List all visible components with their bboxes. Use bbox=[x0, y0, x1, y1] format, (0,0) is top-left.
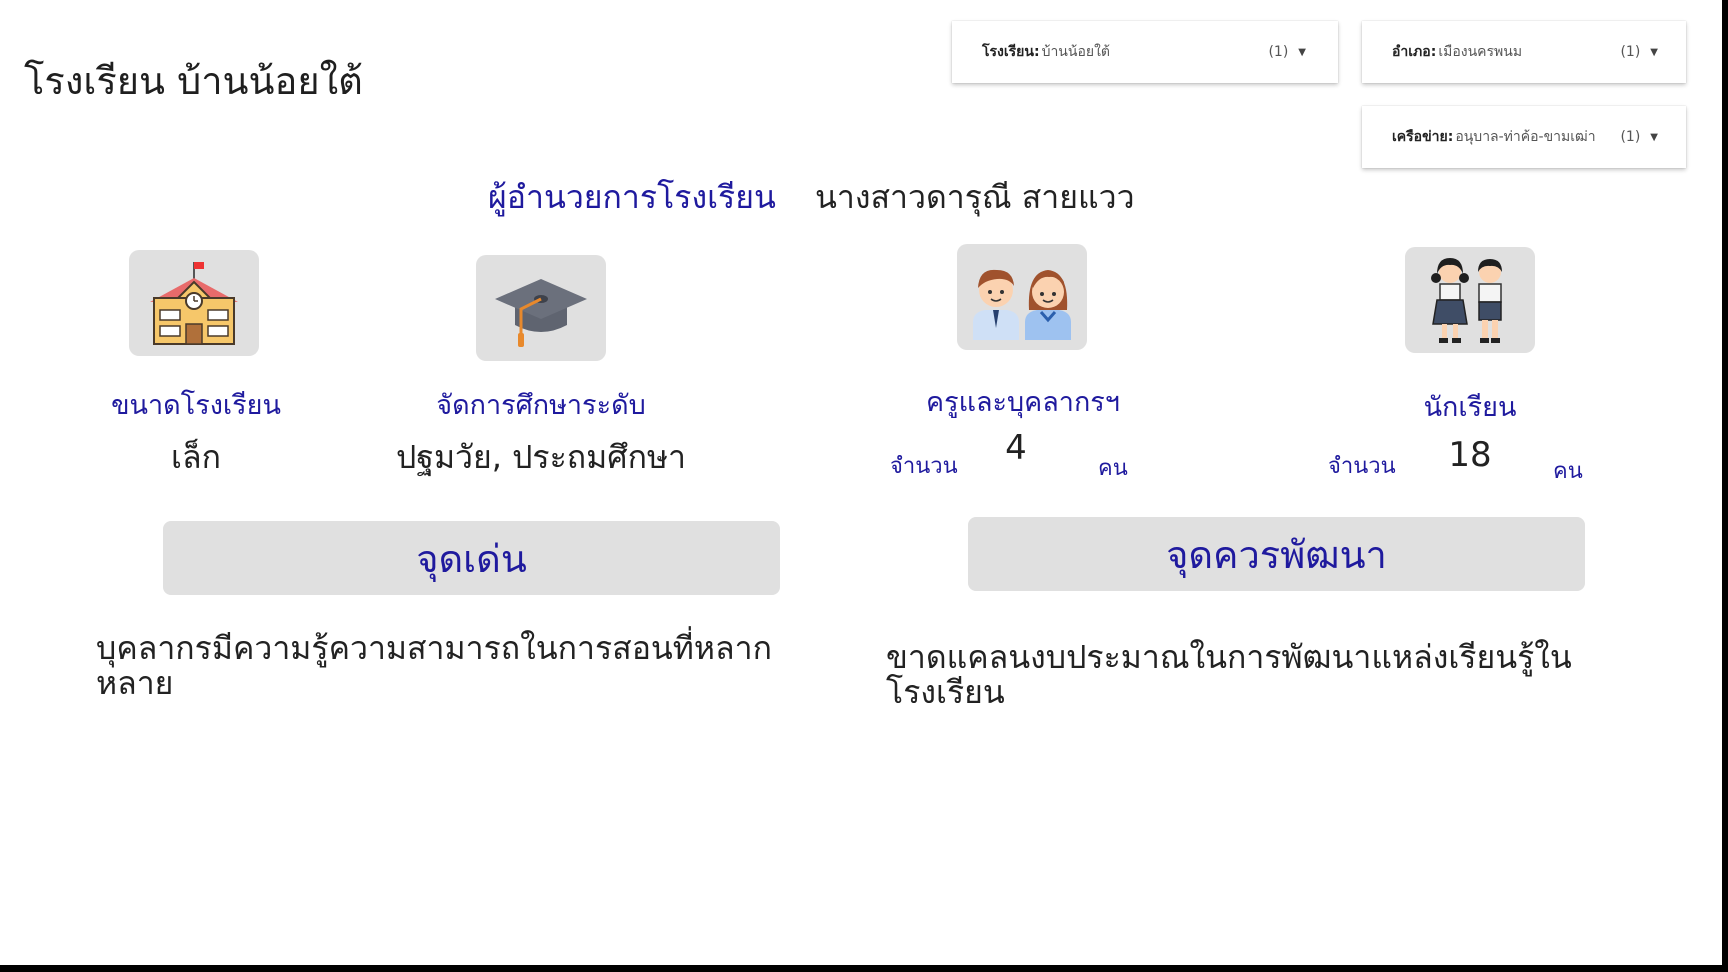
strengths-panel: จุดเด่น bbox=[163, 521, 780, 595]
education-level-label: จัดการศึกษาระดับ bbox=[436, 390, 646, 421]
teachers-count: 4 bbox=[1005, 428, 1027, 468]
page-title: โรงเรียน บ้านน้อยใต้ bbox=[24, 59, 363, 103]
director-label: ผู้อำนวยการโรงเรียน bbox=[488, 178, 776, 216]
students-count-label: จำนวน bbox=[1328, 454, 1396, 479]
education-level-value: ปฐมวัย, ประถมศึกษา bbox=[395, 438, 687, 476]
teachers-count-label: จำนวน bbox=[890, 454, 958, 479]
chevron-down-icon: ▼ bbox=[1650, 131, 1658, 143]
district-filter-value: เมืองนครพนม bbox=[1438, 44, 1523, 60]
school-filter-value: บ้านน้อยใต้ bbox=[1041, 44, 1110, 60]
graduation-cap-icon bbox=[495, 279, 587, 347]
teachers-icon-box bbox=[957, 244, 1087, 350]
network-filter-label: เครือข่าย bbox=[1392, 129, 1448, 145]
teachers-icon bbox=[973, 269, 1071, 340]
district-filter-count: (1) bbox=[1620, 44, 1641, 60]
students-count: 18 bbox=[1448, 435, 1492, 475]
teachers-unit: คน bbox=[1098, 456, 1128, 481]
students-unit: คน bbox=[1553, 459, 1583, 484]
improvements-heading: จุดควรพัฒนา bbox=[1166, 532, 1387, 577]
school-size-label: ขนาดโรงเรียน bbox=[111, 390, 281, 421]
teachers-label: ครูและบุคลากรฯ bbox=[926, 387, 1120, 418]
students-icon-box bbox=[1405, 247, 1535, 353]
school-filter-label: โรงเรียน bbox=[982, 44, 1034, 60]
improvements-text: ขาดแคลนงบประมาณในการพัฒนาแหล่งเรียนรู้ใน… bbox=[886, 638, 1572, 711]
school-size-value: เล็ก bbox=[171, 438, 221, 476]
district-filter-label: อำเภอ bbox=[1392, 44, 1431, 60]
education-level-icon-box bbox=[476, 255, 606, 361]
director-name: นางสาวดารุณี สายแวว bbox=[815, 178, 1135, 216]
network-filter-value: อนุบาล-ท่าค้อ-ขามเฒ่า bbox=[1455, 129, 1596, 145]
improvements-panel: จุดควรพัฒนา bbox=[968, 517, 1585, 591]
students-icon bbox=[1431, 258, 1502, 343]
students-label: นักเรียน bbox=[1423, 392, 1517, 423]
district-filter-dropdown[interactable]: อำเภอ: เมืองนครพนม (1) ▼ bbox=[1362, 21, 1686, 83]
strengths-text: บุคลากรมีความรู้ความสามารถในการสอนที่หลา… bbox=[96, 629, 772, 702]
chevron-down-icon: ▼ bbox=[1298, 46, 1306, 58]
school-filter-count: (1) bbox=[1268, 44, 1289, 60]
school-building-icon bbox=[150, 262, 238, 345]
chevron-down-icon: ▼ bbox=[1650, 46, 1658, 58]
strengths-heading: จุดเด่น bbox=[416, 536, 527, 581]
report-canvas: โรงเรียน บ้านน้อยใต้ โรงเรียน: บ้านน้อยใ… bbox=[0, 0, 1722, 965]
network-filter-count: (1) bbox=[1620, 129, 1641, 145]
school-size-icon-box bbox=[129, 250, 259, 356]
network-filter-dropdown[interactable]: เครือข่าย: อนุบาล-ท่าค้อ-ขามเฒ่า (1) ▼ bbox=[1362, 106, 1686, 168]
school-filter-dropdown[interactable]: โรงเรียน: บ้านน้อยใต้ (1) ▼ bbox=[952, 21, 1338, 83]
